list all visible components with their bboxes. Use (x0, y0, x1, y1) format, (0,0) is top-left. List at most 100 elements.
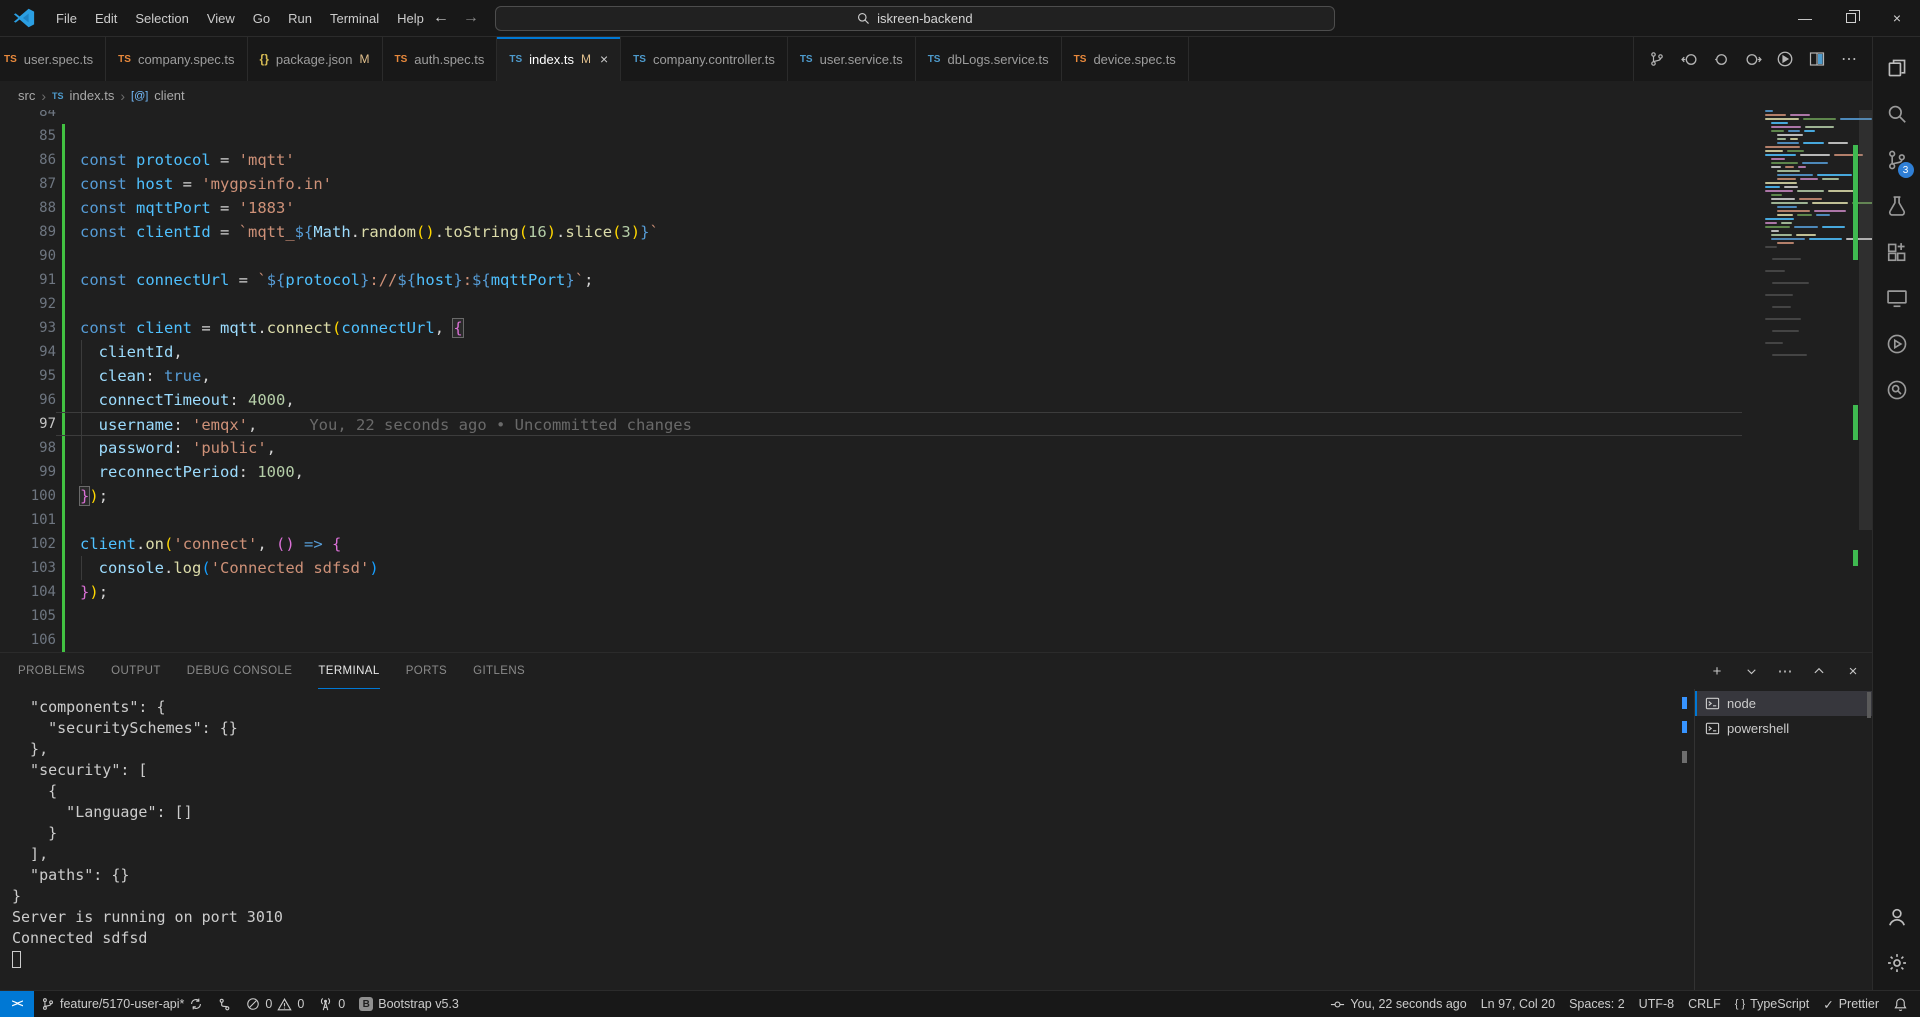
encoding-item[interactable]: UTF-8 (1632, 991, 1681, 1017)
terminal-list-scrollbar[interactable] (1867, 692, 1871, 718)
panel-tab-ports[interactable]: PORTS (406, 653, 447, 689)
code-line-88[interactable]: 88const mqttPort = '1883' (0, 196, 1872, 220)
window-restore-button[interactable] (1828, 0, 1874, 36)
code-line-103[interactable]: 103 console.log('Connected sdfsd') (0, 556, 1872, 580)
cursor-position-item[interactable]: Ln 97, Col 20 (1474, 991, 1562, 1017)
indentation-item[interactable]: Spaces: 2 (1562, 991, 1632, 1017)
panel-tab-output[interactable]: OUTPUT (111, 653, 161, 689)
settings-gear-icon[interactable] (1873, 940, 1920, 986)
maximize-panel-icon[interactable] (1810, 662, 1828, 680)
code-line-93[interactable]: 93const client = mqtt.connect(connectUrl… (0, 316, 1872, 340)
navigate-position-icon[interactable] (1712, 50, 1730, 68)
extensions-icon[interactable] (1873, 229, 1920, 275)
terminal-tab-node[interactable]: node (1695, 691, 1872, 716)
code-line-87[interactable]: 87const host = 'mygpsinfo.in' (0, 172, 1872, 196)
code-line-104[interactable]: 104}); (0, 580, 1872, 604)
menu-edit[interactable]: Edit (86, 7, 126, 30)
breadcrumb-folder[interactable]: src (18, 88, 35, 103)
window-close-button[interactable]: × (1874, 0, 1920, 36)
tab-package.json[interactable]: {}package.jsonM (248, 37, 383, 81)
navigate-back-icon[interactable] (1680, 50, 1698, 68)
testing-icon[interactable] (1873, 183, 1920, 229)
close-panel-icon[interactable]: × (1844, 662, 1862, 680)
command-center-search[interactable]: iskreen-backend (495, 6, 1335, 31)
panel-tab-gitlens[interactable]: GITLENS (473, 653, 525, 689)
eol-item[interactable]: CRLF (1681, 991, 1728, 1017)
breadcrumb-file[interactable]: index.ts (70, 88, 115, 103)
code-line-97[interactable]: 97 username: 'emqx',You, 22 seconds ago … (0, 412, 1872, 436)
terminal-dropdown-icon[interactable] (1742, 662, 1760, 680)
nav-forward-icon[interactable]: → (463, 9, 479, 27)
editor-scrollbar[interactable] (1859, 110, 1872, 530)
panel-more-actions-icon[interactable]: ⋯ (1776, 662, 1794, 680)
code-line-89[interactable]: 89const clientId = `mqtt_${Math.random()… (0, 220, 1872, 244)
code-line-92[interactable]: 92 (0, 292, 1872, 316)
ports-item[interactable]: 0 (311, 991, 352, 1017)
tab-dbLogs.service.ts[interactable]: TSdbLogs.service.ts (916, 37, 1062, 81)
commit-graph-item[interactable] (210, 991, 239, 1017)
code-line-95[interactable]: 95 clean: true, (0, 364, 1872, 388)
navigate-forward-icon[interactable] (1744, 50, 1762, 68)
menu-terminal[interactable]: Terminal (321, 7, 388, 30)
remote-indicator[interactable]: >< (0, 991, 34, 1017)
menu-help[interactable]: Help (388, 7, 433, 30)
git-branch-item[interactable]: feature/5170-user-api* (34, 991, 210, 1017)
code-line-96[interactable]: 96 connectTimeout: 4000, (0, 388, 1872, 412)
language-mode-item[interactable]: { } TypeScript (1728, 991, 1816, 1017)
tab-user.service.ts[interactable]: TSuser.service.ts (788, 37, 916, 81)
search-icon[interactable] (1873, 91, 1920, 137)
code-line-101[interactable]: 101 (0, 508, 1872, 532)
minimap[interactable] (1762, 110, 1850, 652)
code-line-105[interactable]: 105 (0, 604, 1872, 628)
more-actions-icon[interactable]: ⋯ (1840, 50, 1858, 68)
code-line-91[interactable]: 91const connectUrl = `${protocol}://${ho… (0, 268, 1872, 292)
tab-company.spec.ts[interactable]: TScompany.spec.ts (106, 37, 247, 81)
tab-company.controller.ts[interactable]: TScompany.controller.ts (621, 37, 788, 81)
line-content: client.on('connect', () => { (56, 532, 1742, 556)
terminal-tab-powershell[interactable]: powershell (1695, 716, 1872, 741)
code-line-106[interactable]: 106 (0, 628, 1872, 652)
new-terminal-icon[interactable]: + (1708, 662, 1726, 680)
problems-item[interactable]: 0 0 (239, 991, 311, 1017)
tab-index.ts[interactable]: TSindex.tsM× (497, 37, 621, 81)
close-tab-icon[interactable]: × (600, 51, 608, 67)
account-icon[interactable] (1873, 894, 1920, 940)
menu-run[interactable]: Run (279, 7, 321, 30)
code-line-85[interactable]: 85 (0, 124, 1872, 148)
bootstrap-item[interactable]: B Bootstrap v5.3 (352, 991, 466, 1017)
source-control-graph-icon[interactable] (1648, 50, 1666, 68)
play-circle-icon[interactable] (1873, 321, 1920, 367)
gitlens-blame-item[interactable]: You, 22 seconds ago (1323, 991, 1473, 1017)
tab-user.spec.ts[interactable]: TSuser.spec.ts (0, 37, 106, 81)
code-line-86[interactable]: 86const protocol = 'mqtt' (0, 148, 1872, 172)
menu-go[interactable]: Go (244, 7, 279, 30)
nav-back-icon[interactable]: ← (433, 9, 449, 27)
source-control-icon[interactable]: 3 (1873, 137, 1920, 183)
code-line-102[interactable]: 102client.on('connect', () => { (0, 532, 1872, 556)
breadcrumb-symbol[interactable]: client (154, 88, 184, 103)
menu-view[interactable]: View (198, 7, 244, 30)
code-line-90[interactable]: 90 (0, 244, 1872, 268)
code-line-94[interactable]: 94 clientId, (0, 340, 1872, 364)
menu-selection[interactable]: Selection (126, 7, 197, 30)
notifications-item[interactable] (1886, 991, 1920, 1017)
remote-explorer-icon[interactable] (1873, 275, 1920, 321)
panel-tab-terminal[interactable]: TERMINAL (318, 653, 379, 689)
tab-auth.spec.ts[interactable]: TSauth.spec.ts (383, 37, 498, 81)
code-line-98[interactable]: 98 password: 'public', (0, 436, 1872, 460)
panel-tab-debug-console[interactable]: DEBUG CONSOLE (187, 653, 293, 689)
run-or-debug-icon[interactable] (1776, 50, 1794, 68)
formatter-item[interactable]: ✓ Prettier (1816, 991, 1886, 1017)
code-editor[interactable]: 848586const protocol = 'mqtt'87const hos… (0, 110, 1872, 652)
code-line-84[interactable]: 84 (0, 110, 1872, 124)
terminal-output[interactable]: "components": { "securitySchemes": {} },… (0, 689, 1678, 990)
menu-file[interactable]: File (47, 7, 86, 30)
tab-device.spec.ts[interactable]: TSdevice.spec.ts (1062, 37, 1189, 81)
window-minimize-button[interactable]: — (1782, 0, 1828, 36)
code-line-100[interactable]: 100}); (0, 484, 1872, 508)
panel-tab-problems[interactable]: PROBLEMS (18, 653, 85, 689)
split-editor-icon[interactable] (1808, 50, 1826, 68)
code-line-99[interactable]: 99 reconnectPeriod: 1000, (0, 460, 1872, 484)
magnifier-circle-icon[interactable] (1873, 367, 1920, 413)
explorer-icon[interactable] (1873, 45, 1920, 91)
